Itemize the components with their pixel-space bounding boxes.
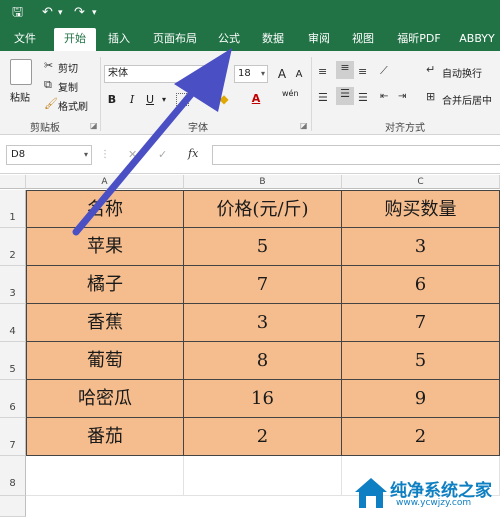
watermark: 纯净系统之家 www.ycwjzy.com: [352, 474, 500, 514]
watermark-url: www.ycwjzy.com: [396, 498, 472, 508]
annotation-arrow: [72, 48, 232, 236]
house-logo-icon: [355, 478, 387, 508]
